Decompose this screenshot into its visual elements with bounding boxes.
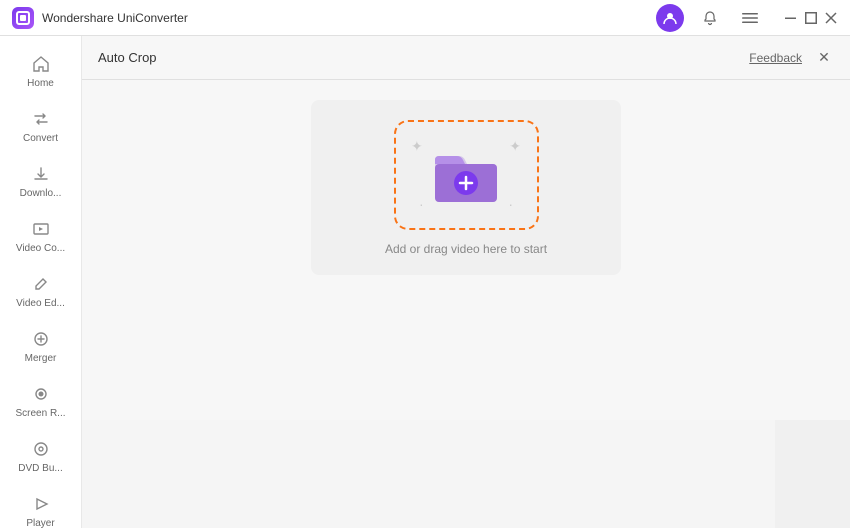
download-icon [31,164,51,184]
merger-icon [31,329,51,349]
folder-icon-wrap: ✦ ✦ · · [431,146,501,204]
main-area: Home Convert Downlo... [0,36,850,528]
sparkle-4: · [508,196,513,212]
video-edit-icon [31,274,51,294]
panel-close-button[interactable]: ✕ [814,48,834,68]
sidebar-item-convert[interactable]: Convert [0,99,81,154]
sidebar-item-home[interactable]: Home [0,44,81,99]
sidebar-video-edit-label: Video Ed... [16,298,65,309]
sidebar-item-screen-rec[interactable]: Screen R... [0,374,81,429]
sidebar-download-label: Downlo... [20,188,62,199]
sidebar-merger-label: Merger [25,353,57,364]
window-controls [784,11,838,25]
titlebar-controls [656,4,838,32]
panel-header: Auto Crop Feedback ✕ [82,36,850,80]
drop-zone[interactable]: ✦ ✦ · · [311,100,621,275]
sparkle-3: · [419,196,424,212]
app-title: Wondershare UniConverter [42,11,656,25]
sidebar-item-video-edit[interactable]: Video Ed... [0,264,81,319]
sidebar-dvd-label: DVD Bu... [18,463,62,474]
sidebar-player-label: Player [26,518,54,528]
title-bar: Wondershare UniConverter [0,0,850,36]
sidebar-item-merger[interactable]: Merger [0,319,81,374]
maximize-button[interactable] [804,11,818,25]
folder-icon [431,146,501,204]
minimize-button[interactable] [784,11,798,25]
bell-icon[interactable] [696,4,724,32]
home-icon [31,54,51,74]
panel-content: ✦ ✦ · · [82,80,850,420]
menu-icon[interactable] [736,4,764,32]
panel-header-right: Feedback ✕ [749,48,834,68]
video-comp-icon [31,219,51,239]
sidebar-home-label: Home [27,78,54,89]
sidebar-video-comp-label: Video Co... [16,243,65,254]
screen-rec-icon [31,384,51,404]
user-avatar[interactable] [656,4,684,32]
sidebar-item-video-comp[interactable]: Video Co... [0,209,81,264]
sidebar-convert-label: Convert [23,133,58,144]
drop-zone-label: Add or drag video here to start [385,242,547,256]
panel-title: Auto Crop [98,50,157,65]
dvd-icon [31,439,51,459]
feedback-button[interactable]: Feedback [749,51,802,65]
app-logo [12,7,34,29]
sidebar-item-player[interactable]: Player [0,484,81,528]
sidebar: Home Convert Downlo... [0,36,82,528]
sidebar-screen-rec-label: Screen R... [15,408,65,419]
sidebar-item-download[interactable]: Downlo... [0,154,81,209]
close-button[interactable] [824,11,838,25]
sparkle-2: ✦ [509,138,521,155]
auto-crop-panel: Auto Crop Feedback ✕ ✦ ✦ · · [82,36,850,420]
content-area: Auto Crop Feedback ✕ ✦ ✦ · · [82,36,850,528]
app-window: Wondershare UniConverter [0,0,850,528]
drop-zone-border: ✦ ✦ · · [394,120,539,230]
convert-icon [31,109,51,129]
sparkle-1: ✦ [411,138,423,155]
player-icon [31,494,51,514]
sidebar-item-dvd[interactable]: DVD Bu... [0,429,81,484]
